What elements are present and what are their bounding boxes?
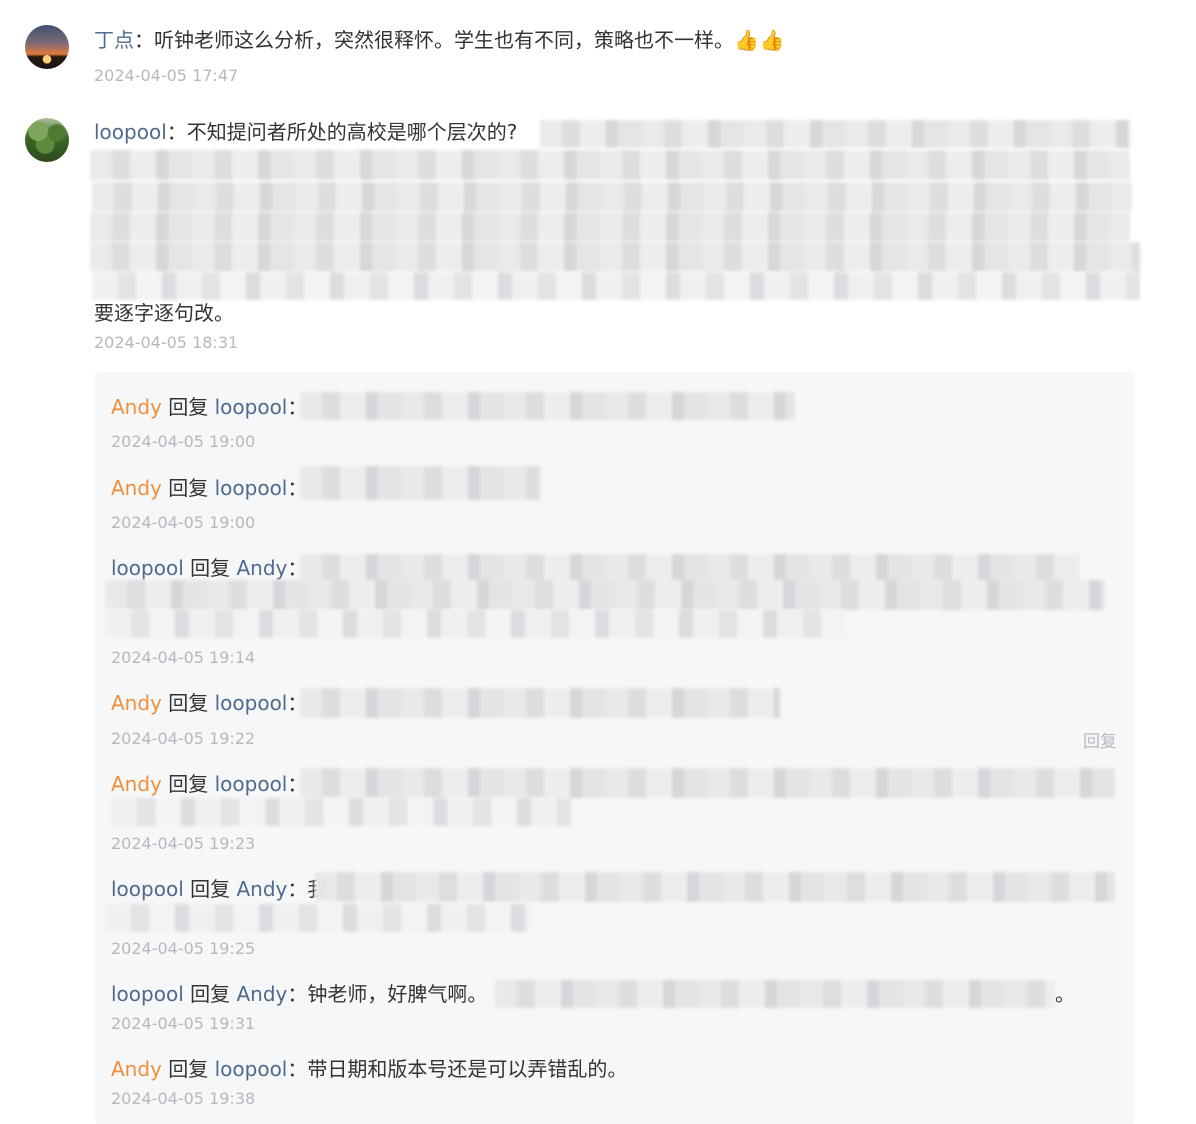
reply-from[interactable]: Andy xyxy=(111,1057,162,1081)
comment-author[interactable]: loopool xyxy=(94,120,167,144)
reply-verb: 回复 xyxy=(190,556,231,580)
reply-verb: 回复 xyxy=(168,395,209,419)
reply-from[interactable]: loopool xyxy=(111,556,184,580)
reply-timestamp: 2024-04-05 19:14 xyxy=(111,648,256,667)
reply-from[interactable]: Andy xyxy=(111,395,162,419)
reply-timestamp: 2024-04-05 19:23 xyxy=(111,834,256,853)
comment-body: 丁点：听钟老师这么分析，突然很释怀。学生也有不同，策略也不一样。👍👍 xyxy=(94,25,786,55)
redacted-text xyxy=(105,580,1105,610)
comment-timestamp: 2024-04-05 17:47 xyxy=(94,66,239,85)
reply-text-tail: 。 xyxy=(1055,982,1075,1006)
reply-from[interactable]: Andy xyxy=(111,476,162,500)
reply-from[interactable]: loopool xyxy=(111,877,184,901)
reply-item: Andy 回复 loopool： xyxy=(111,769,307,799)
redacted-text xyxy=(300,688,780,718)
thumbs-up-emoji-icon: 👍👍 xyxy=(734,28,786,52)
reply-item: Andy 回复 loopool： xyxy=(111,473,307,503)
reply-to[interactable]: loopool xyxy=(215,395,288,419)
redacted-text xyxy=(540,120,1130,148)
reply-verb: 回复 xyxy=(168,691,209,715)
reply-to[interactable]: loopool xyxy=(215,691,288,715)
redacted-text xyxy=(90,242,1140,272)
redacted-text xyxy=(300,466,540,500)
reply-timestamp: 2024-04-05 19:22 xyxy=(111,729,256,748)
comment-timestamp: 2024-04-05 18:31 xyxy=(94,333,239,352)
redacted-text xyxy=(495,980,1055,1008)
avatar[interactable] xyxy=(25,25,69,69)
reply-item: loopool 回复 Andy：我 xyxy=(111,874,327,904)
reply-verb: 回复 xyxy=(168,1057,209,1081)
reply-to[interactable]: Andy xyxy=(236,556,287,580)
reply-to[interactable]: Andy xyxy=(236,877,287,901)
reply-to[interactable]: loopool xyxy=(215,1057,288,1081)
redacted-text xyxy=(105,610,845,638)
reply-verb: 回复 xyxy=(168,476,209,500)
reply-item: Andy 回复 loopool：带日期和版本号还是可以弄错乱的。 xyxy=(111,1054,627,1084)
reply-item: loopool 回复 Andy：钟老师，好脾气啊。 xyxy=(111,979,487,1009)
reply-to[interactable]: loopool xyxy=(215,772,288,796)
reply-text: 带日期和版本号还是可以弄错乱的。 xyxy=(307,1057,628,1081)
reply-timestamp: 2024-04-05 19:38 xyxy=(111,1089,256,1108)
reply-from[interactable]: Andy xyxy=(111,691,162,715)
reply-item: loopool 回复 Andy： xyxy=(111,553,307,583)
redacted-text xyxy=(300,554,1080,582)
redacted-text xyxy=(111,798,571,826)
comment-text: 不知提问者所处的高校是哪个层次的? xyxy=(186,120,518,144)
reply-verb: 回复 xyxy=(190,877,231,901)
comment-body: loopool：不知提问者所处的高校是哪个层次的? xyxy=(94,117,517,147)
redacted-text xyxy=(300,768,1115,798)
reply-to[interactable]: Andy xyxy=(236,982,287,1006)
reply-separator: ： xyxy=(287,877,308,901)
reply-from[interactable]: loopool xyxy=(111,982,184,1006)
author-separator: ： xyxy=(134,28,154,52)
reply-from[interactable]: Andy xyxy=(111,772,162,796)
reply-item: Andy 回复 loopool： xyxy=(111,392,307,422)
redacted-text xyxy=(90,150,1130,180)
redacted-text xyxy=(90,212,1130,242)
comment-text-tail: 要逐字逐句改。 xyxy=(94,301,234,325)
reply-to[interactable]: loopool xyxy=(215,476,288,500)
reply-timestamp: 2024-04-05 19:31 xyxy=(111,1014,256,1033)
reply-timestamp: 2024-04-05 19:00 xyxy=(111,513,256,532)
replies-panel: Andy 回复 loopool： 2024-04-05 19:00 Andy 回… xyxy=(95,372,1135,1124)
reply-verb: 回复 xyxy=(168,772,209,796)
reply-verb: 回复 xyxy=(190,982,231,1006)
reply-separator: ： xyxy=(287,982,308,1006)
reply-separator: ： xyxy=(287,1057,308,1081)
reply-timestamp: 2024-04-05 19:25 xyxy=(111,939,256,958)
reply-item: Andy 回复 loopool： xyxy=(111,688,307,718)
reply-button[interactable]: 回复 xyxy=(1083,727,1117,752)
comment-text: 听钟老师这么分析，突然很释怀。学生也有不同，策略也不一样。 xyxy=(154,28,734,52)
redacted-text xyxy=(92,272,1140,300)
avatar[interactable] xyxy=(25,118,69,162)
redacted-text xyxy=(300,392,795,420)
reply-timestamp: 2024-04-05 19:00 xyxy=(111,432,256,451)
redacted-text xyxy=(105,904,530,932)
redacted-text xyxy=(315,872,1115,902)
redacted-text xyxy=(92,182,1132,212)
comment-author[interactable]: 丁点 xyxy=(94,28,134,52)
reply-text: 钟老师，好脾气啊。 xyxy=(307,982,488,1006)
author-separator: ： xyxy=(166,120,187,144)
